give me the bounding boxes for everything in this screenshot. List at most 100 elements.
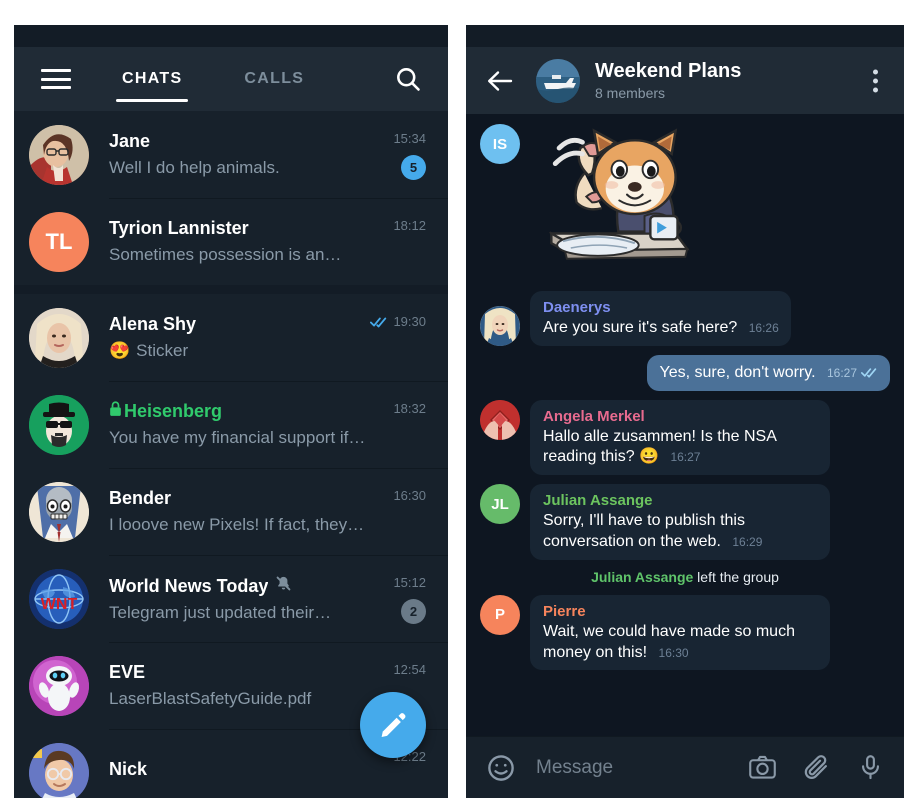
- message-bubble[interactable]: Angela Merkel Hallo alle zusammen! Is th…: [530, 399, 830, 476]
- message-time-text: 16:27: [826, 365, 857, 380]
- message-time: 16:27: [827, 366, 878, 380]
- chat-item-meta: 18:12: [393, 218, 426, 233]
- svg-text:WNT: WNT: [41, 596, 78, 613]
- avatar[interactable]: [480, 305, 520, 346]
- tab-chats[interactable]: CHATS: [116, 47, 189, 111]
- chat-item-preview-text: You have my financial support if…: [109, 428, 366, 447]
- message-list[interactable]: IS Daenerys Are you sure it's safe here?…: [466, 114, 904, 736]
- unread-badge: 5: [401, 155, 426, 180]
- chat-item-preview: Telegram just updated their…: [109, 603, 426, 623]
- muted-bell-icon: [275, 575, 292, 592]
- chat-list-item[interactable]: Heisenberg You have my financial support…: [14, 381, 448, 468]
- chat-list-item[interactable]: Bender I looove new Pixels! If fact, the…: [14, 468, 448, 555]
- avatar[interactable]: JL: [480, 484, 520, 525]
- heart-eyes-emoji-icon: 😍: [109, 341, 131, 360]
- avatar[interactable]: [480, 399, 520, 440]
- chat-item-name: Alena Shy: [109, 314, 197, 334]
- chat-item-preview-text: LaserBlastSafetyGuide.pdf: [109, 689, 312, 708]
- chat-list-screen: CHATS CALLS Jane Well I do help animals.…: [14, 25, 448, 798]
- chat-item-meta: 18:32: [393, 401, 426, 416]
- status-bar-right: [466, 25, 904, 47]
- avatar: [29, 742, 89, 798]
- message-row: Daenerys Are you sure it's safe here? 16…: [480, 291, 890, 346]
- pencil-icon: [378, 710, 408, 740]
- message-input-bar: Message: [466, 736, 904, 798]
- search-icon[interactable]: [394, 65, 422, 93]
- chat-item-time: 15:12: [393, 575, 426, 590]
- chat-list-item[interactable]: Alena Shy 😍 Sticker 19:30: [14, 294, 448, 381]
- message-row: Angela Merkel Hallo alle zusammen! Is th…: [480, 399, 890, 476]
- chat-item-preview: Sometimes possession is an…: [109, 245, 426, 265]
- conversation-screen: Weekend Plans 8 members IS Daenerys Are …: [466, 25, 904, 798]
- message-bubble[interactable]: Julian Assange Sorry, I'll have to publi…: [530, 484, 830, 560]
- avatar[interactable]: [536, 58, 580, 103]
- chat-item-time-text: 19:30: [393, 314, 426, 329]
- chat-item-meta: 19:30: [370, 314, 426, 329]
- tab-calls[interactable]: CALLS: [238, 47, 310, 111]
- avatar: [29, 655, 89, 716]
- chat-list[interactable]: Jane Well I do help animals. 15:34 5 TL: [14, 111, 448, 798]
- avatar: [29, 124, 89, 185]
- message-text: Sorry, I'll have to publish this convers…: [543, 512, 745, 550]
- chat-item-name: Heisenberg: [124, 401, 223, 421]
- double-check-icon: [861, 367, 878, 378]
- message-bubble-outgoing[interactable]: Yes, sure, don't worry. 16:27: [646, 354, 890, 391]
- chat-list-item[interactable]: WNT World News Today Telegram just updat…: [14, 555, 448, 642]
- chat-item-name: World News Today: [109, 575, 269, 596]
- chat-list-topbar: CHATS CALLS: [14, 47, 448, 111]
- chat-item-name: Nick: [109, 759, 148, 779]
- secret-chat-lock-icon: [109, 401, 122, 417]
- message-input[interactable]: Message: [536, 757, 722, 779]
- avatar: [29, 394, 89, 455]
- message-bubble[interactable]: Daenerys Are you sure it's safe here? 16…: [530, 291, 791, 346]
- unread-badge: 2: [401, 599, 426, 624]
- avatar-initials: IS: [492, 135, 508, 153]
- chat-item-preview-text: Well I do help animals.: [109, 158, 280, 177]
- avatar-initials: P: [494, 606, 505, 624]
- chat-item-body: Jane Well I do help animals.: [109, 131, 434, 178]
- avatar[interactable]: IS: [480, 124, 520, 164]
- chat-item-name: EVE: [109, 662, 146, 682]
- paperclip-icon[interactable]: [803, 754, 831, 782]
- microphone-icon[interactable]: [857, 754, 884, 781]
- camera-icon[interactable]: [748, 753, 777, 782]
- smiley-icon[interactable]: [486, 753, 516, 783]
- conversation-title-block: Weekend Plans 8 members: [595, 60, 741, 101]
- chat-item-time: 18:32: [393, 401, 426, 416]
- chat-item-body: Nick: [109, 759, 434, 786]
- message-text: Are you sure it's safe here?: [543, 319, 738, 336]
- back-arrow-icon[interactable]: [486, 69, 514, 93]
- chat-list-item[interactable]: TL Tyrion Lannister Sometimes possession…: [14, 198, 448, 285]
- avatar-initials: TL: [45, 228, 73, 254]
- avatar-initials: JL: [491, 495, 509, 513]
- page-title: Weekend Plans: [595, 60, 742, 82]
- chat-item-body: Heisenberg You have my financial support…: [109, 401, 434, 448]
- tab-strip: CHATS CALLS: [116, 47, 310, 111]
- kebab-menu-icon[interactable]: [869, 65, 882, 96]
- chat-item-name: Bender: [109, 488, 172, 508]
- chat-item-preview-text: Telegram just updated their…: [109, 602, 332, 622]
- chat-item-preview-text: Sometimes possession is an…: [109, 245, 342, 264]
- message-time: 16:29: [732, 534, 763, 549]
- chat-item-preview-text: I looove new Pixels! If fact, they…: [109, 515, 365, 534]
- chat-item-name: Jane: [109, 131, 151, 151]
- shiba-inu-coffee-sticker[interactable]: [530, 124, 695, 276]
- avatar[interactable]: P: [480, 594, 520, 635]
- chat-item-preview: I looove new Pixels! If fact, they…: [109, 515, 426, 535]
- message-sender: Julian Assange: [543, 492, 653, 510]
- chat-item-preview: 😍 Sticker: [109, 341, 426, 361]
- chat-item-preview: Well I do help animals.: [109, 158, 426, 178]
- service-message-actor: Julian Assange: [591, 568, 694, 585]
- chat-item-body: World News Today Telegram just updated t…: [109, 575, 434, 623]
- chat-item-meta: 15:34 5: [393, 131, 426, 180]
- chat-item-time: 18:12: [393, 218, 426, 233]
- hamburger-icon[interactable]: [41, 69, 71, 89]
- chat-item-time: 15:34: [393, 131, 426, 146]
- new-message-fab[interactable]: [360, 692, 426, 758]
- chat-list-item[interactable]: Jane Well I do help animals. 15:34 5: [14, 111, 448, 198]
- message-bubble[interactable]: Pierre Wait, we could have made so much …: [530, 594, 830, 671]
- avatar: [29, 307, 89, 368]
- chat-item-preview-text: Sticker: [136, 341, 189, 360]
- chat-item-body: Tyrion Lannister Sometimes possession is…: [109, 218, 434, 265]
- message-time: 16:26: [748, 321, 779, 335]
